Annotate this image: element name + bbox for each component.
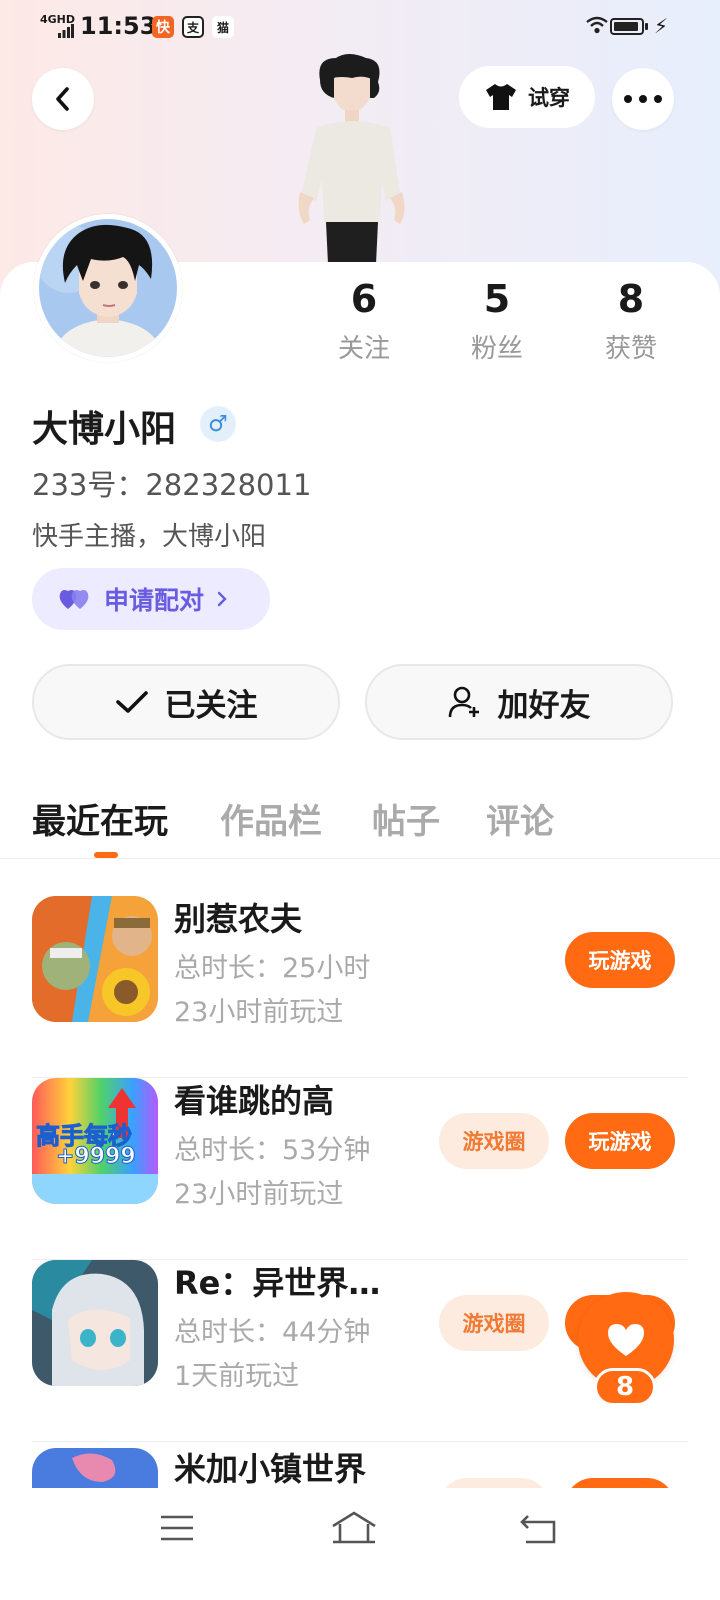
game-icon bbox=[32, 1260, 158, 1386]
like-count-badge: 8 bbox=[594, 1368, 656, 1406]
game-circle-button[interactable]: 游戏圈 bbox=[439, 1295, 549, 1351]
game-item[interactable]: 高手每秒 +9999 看谁跳的高 总时长：53分钟 23小时前玩过 游戏圈 玩游… bbox=[0, 1078, 720, 1260]
check-icon bbox=[115, 691, 148, 713]
play-game-button[interactable]: 玩游戏 bbox=[565, 1113, 675, 1169]
followers-stat[interactable]: 5 粉丝 bbox=[437, 276, 557, 365]
game-item[interactable]: 别惹农夫 总时长：25小时 23小时前玩过 玩游戏 bbox=[0, 896, 720, 1078]
battery-icon bbox=[610, 18, 644, 35]
system-navigation-bar bbox=[0, 1488, 720, 1600]
tab-posts[interactable]: 帖子 bbox=[372, 794, 440, 843]
try-on-label: 试穿 bbox=[528, 86, 570, 110]
followed-button[interactable]: 已关注 bbox=[32, 664, 340, 740]
game-title: 别惹农夫 bbox=[174, 900, 303, 938]
add-friend-label: 加好友 bbox=[497, 687, 591, 724]
game-duration: 总时长：44分钟 bbox=[174, 1317, 371, 1348]
heart-icon bbox=[608, 1324, 644, 1356]
game-last-played: 23小时前玩过 bbox=[174, 1179, 344, 1210]
profile-name: 大博小阳 bbox=[32, 409, 177, 450]
game-title: 看谁跳的高 bbox=[174, 1082, 335, 1120]
followed-label: 已关注 bbox=[164, 687, 258, 724]
tab-comments[interactable]: 评论 bbox=[486, 794, 554, 843]
game-icon bbox=[32, 896, 158, 1022]
game-item[interactable]: 米加小镇世界 bbox=[0, 1442, 720, 1488]
profile-uid: 233号：282328011 bbox=[32, 468, 312, 502]
profile-bio: 快手主播，大博小阳 bbox=[32, 522, 267, 552]
game-icon-text-2: +9999 bbox=[56, 1144, 137, 1170]
male-gender-icon: ♂ bbox=[200, 406, 236, 442]
tab-recently-played[interactable]: 最近在玩 bbox=[32, 794, 168, 843]
game-circle-button[interactable]: 游戏圈 bbox=[439, 1113, 549, 1169]
apply-match-label: 申请配对 bbox=[104, 586, 205, 615]
chevron-right-icon bbox=[217, 591, 227, 607]
game-last-played: 1天前玩过 bbox=[174, 1361, 300, 1392]
game-icon bbox=[32, 1448, 158, 1488]
try-on-button[interactable]: 试穿 bbox=[459, 66, 595, 128]
double-heart-icon bbox=[59, 590, 89, 609]
shirt-icon bbox=[486, 84, 516, 110]
followers-label: 粉丝 bbox=[470, 334, 523, 364]
add-user-icon bbox=[448, 686, 479, 718]
back-button[interactable] bbox=[32, 68, 94, 130]
active-tab-indicator bbox=[94, 852, 118, 858]
game-last-played: 23小时前玩过 bbox=[174, 997, 344, 1028]
alipay-app-icon: 支 bbox=[182, 16, 204, 38]
status-bar: 4GHD 11:53 快 支 猫 ⚡ bbox=[0, 0, 720, 56]
add-friend-button[interactable]: 加好友 bbox=[365, 664, 673, 740]
game-duration: 总时长：25小时 bbox=[174, 953, 371, 984]
game-title: Re：异世界… bbox=[174, 1264, 381, 1302]
likes-stat[interactable]: 8 获赞 bbox=[571, 276, 691, 365]
play-game-button[interactable] bbox=[565, 1478, 675, 1488]
game-duration: 总时长：53分钟 bbox=[174, 1135, 371, 1166]
tab-works[interactable]: 作品栏 bbox=[220, 794, 322, 843]
following-count: 6 bbox=[350, 277, 378, 321]
wifi-icon bbox=[586, 16, 608, 34]
avatar-figure bbox=[298, 54, 405, 264]
more-icon bbox=[624, 95, 662, 103]
following-stat[interactable]: 6 关注 bbox=[304, 276, 424, 365]
more-button[interactable] bbox=[612, 68, 674, 130]
menu-icon[interactable] bbox=[160, 1514, 194, 1542]
likes-count: 8 bbox=[617, 277, 645, 321]
charging-icon: ⚡ bbox=[654, 14, 669, 38]
apply-match-button[interactable]: 申请配对 bbox=[32, 568, 270, 630]
game-circle-button[interactable] bbox=[439, 1478, 549, 1488]
chevron-left-icon bbox=[56, 87, 69, 111]
battery-tip bbox=[645, 23, 648, 30]
followers-count: 5 bbox=[483, 277, 511, 321]
play-game-button[interactable]: 玩游戏 bbox=[565, 932, 675, 988]
game-title: 米加小镇世界 bbox=[174, 1450, 367, 1488]
signal-icon bbox=[58, 24, 74, 38]
avatar-image bbox=[39, 219, 177, 357]
likes-label: 获赞 bbox=[604, 334, 657, 364]
kuaishou-app-icon: 快 bbox=[152, 16, 174, 38]
cat-app-icon: 猫 bbox=[212, 16, 234, 38]
back-nav-icon[interactable] bbox=[520, 1514, 556, 1544]
following-label: 关注 bbox=[337, 334, 390, 364]
home-icon[interactable] bbox=[330, 1510, 378, 1544]
clock: 11:53 bbox=[80, 12, 157, 40]
profile-tabs: 最近在玩 作品栏 帖子 评论 bbox=[0, 790, 720, 859]
avatar[interactable] bbox=[34, 214, 182, 362]
